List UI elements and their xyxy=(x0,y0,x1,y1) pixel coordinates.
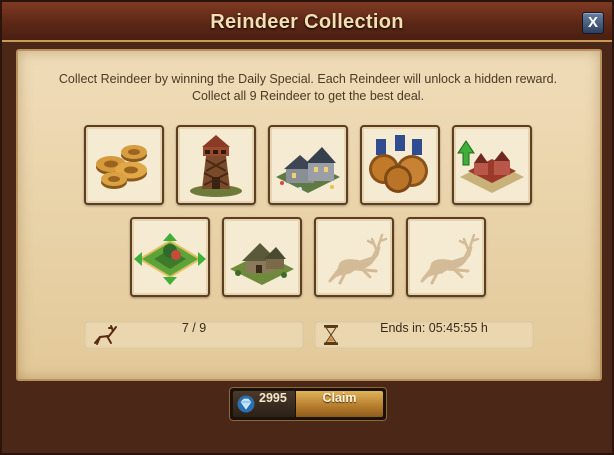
progress-count: 7 / 9 xyxy=(181,321,207,335)
reward-slot-building-upgrade[interactable] xyxy=(452,125,532,205)
reindeer-silhouette-icon xyxy=(328,233,388,285)
cost-value: 2995 xyxy=(259,391,287,405)
building-upgrade-icon xyxy=(457,140,524,193)
reindeer-silhouette-icon xyxy=(420,233,480,285)
timer-text: Ends in: 05:45:55 h xyxy=(380,321,488,335)
reward-slot-locked-1[interactable] xyxy=(314,217,394,297)
watchtower-icon xyxy=(190,135,242,197)
close-button[interactable]: X xyxy=(582,12,604,34)
diamond-icon xyxy=(237,395,255,413)
claim-button[interactable]: Claim xyxy=(296,391,383,417)
claim-control: 2995 Claim xyxy=(230,388,386,420)
reward-slot-locked-2[interactable] xyxy=(406,217,486,297)
coins-icon xyxy=(96,145,147,189)
reward-slot-medals[interactable] xyxy=(360,125,440,205)
cottage-icon xyxy=(230,243,294,285)
description-text: Collect Reindeer by winning the Daily Sp… xyxy=(58,72,558,103)
content-panel: Collect Reindeer by winning the Daily Sp… xyxy=(16,49,602,381)
reward-slot-village-building[interactable] xyxy=(268,125,348,205)
reward-slot-cottage[interactable] xyxy=(222,217,302,297)
reward-slot-expansion[interactable] xyxy=(130,217,210,297)
progress-bar: 7 / 9 xyxy=(84,321,304,349)
reward-slot-coins[interactable] xyxy=(84,125,164,205)
timer-bar: Ends in: 05:45:55 h xyxy=(314,321,534,349)
title-bar: Reindeer Collection X xyxy=(2,2,612,42)
cost-display: 2995 xyxy=(233,391,295,417)
village-building-icon xyxy=(276,147,340,193)
expansion-icon xyxy=(134,233,206,285)
medals-icon xyxy=(369,135,428,193)
reward-slot-watchtower[interactable] xyxy=(176,125,256,205)
reindeer-collection-window: Reindeer Collection X Collect Reindeer b… xyxy=(0,0,614,455)
window-title: Reindeer Collection xyxy=(210,11,404,33)
